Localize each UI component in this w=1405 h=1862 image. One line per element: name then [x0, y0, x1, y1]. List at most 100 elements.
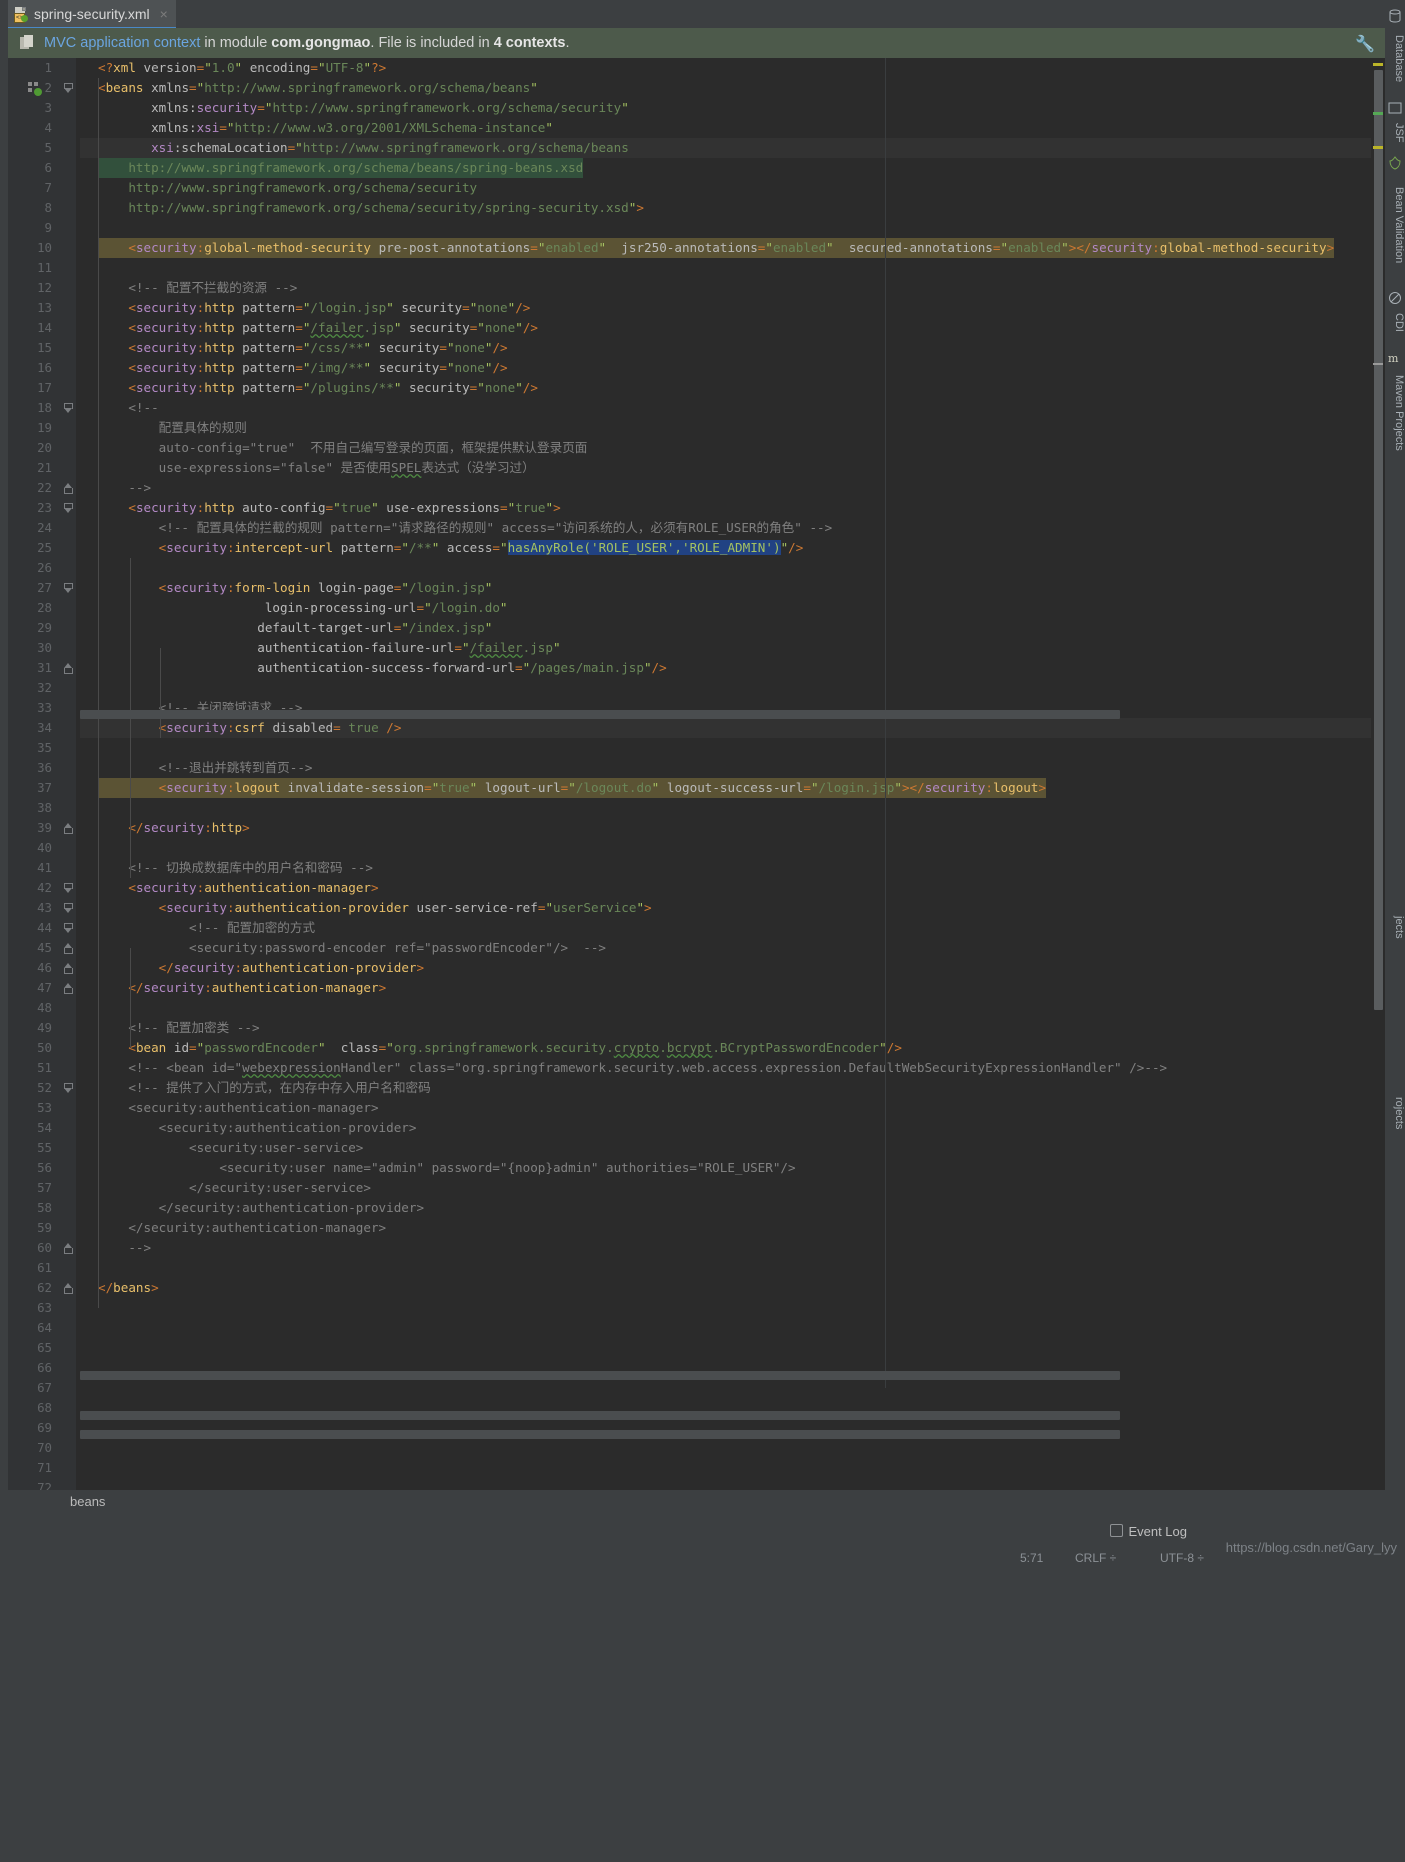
info-marker[interactable] — [1373, 363, 1383, 365]
maven-icon[interactable]: m — [1388, 350, 1402, 365]
code-line[interactable]: 23 <security:http auto-config="true" use… — [8, 498, 1385, 518]
horizontal-scrollbar[interactable] — [80, 710, 1120, 719]
fold-end-icon[interactable] — [64, 1283, 74, 1294]
code-line[interactable]: 11 — [8, 258, 1385, 278]
code-line[interactable]: 51 <!-- <bean id="webexpressionHandler" … — [8, 1058, 1385, 1078]
code-line[interactable]: 34 <security:csrf disabled= true /> — [8, 718, 1385, 738]
info-marker[interactable] — [1373, 146, 1383, 149]
code-line[interactable]: 16 <security:http pattern="/img/**" secu… — [8, 358, 1385, 378]
fold-end-icon[interactable] — [64, 963, 74, 974]
database-icon[interactable] — [1388, 8, 1402, 23]
code-line[interactable]: 29 default-target-url="/index.jsp" — [8, 618, 1385, 638]
code-line[interactable]: 32 — [8, 678, 1385, 698]
banner-contexts[interactable]: 4 contexts — [494, 35, 566, 51]
code-line[interactable]: 58 </security:authentication-provider> — [8, 1198, 1385, 1218]
code-line[interactable]: 42 <security:authentication-manager> — [8, 878, 1385, 898]
code-line[interactable]: 7 http://www.springframework.org/schema/… — [8, 178, 1385, 198]
code-line[interactable]: 22 --> — [8, 478, 1385, 498]
code-line[interactable]: 17 <security:http pattern="/plugins/**" … — [8, 378, 1385, 398]
event-log-button[interactable]: Event Log — [1110, 1524, 1187, 1539]
code-line[interactable]: 8 http://www.springframework.org/schema/… — [8, 198, 1385, 218]
code-line[interactable]: 12 <!-- 配置不拦截的资源 --> — [8, 278, 1385, 298]
fold-collapse-icon[interactable] — [64, 403, 74, 414]
code-line[interactable]: 45 <security:password-encoder ref="passw… — [8, 938, 1385, 958]
fold-end-icon[interactable] — [64, 663, 74, 674]
code-line[interactable]: 52 <!-- 提供了入门的方式，在内存中存入用户名和密码 — [8, 1078, 1385, 1098]
code-line[interactable]: 20 auto-config="true" 不用自己编写登录的页面，框架提供默认… — [8, 438, 1385, 458]
tool-button-projects-upper[interactable]: jects — [1385, 905, 1405, 949]
mvc-context-link[interactable]: MVC application context — [44, 35, 200, 51]
code-line[interactable]: 26 — [8, 558, 1385, 578]
code-line[interactable]: 62 </beans> — [8, 1278, 1385, 1298]
code-line[interactable]: 55 <security:user-service> — [8, 1138, 1385, 1158]
code-line[interactable]: 59 </security:authentication-manager> — [8, 1218, 1385, 1238]
fold-end-icon[interactable] — [64, 1243, 74, 1254]
tool-button-database[interactable]: Database — [1385, 26, 1405, 92]
code-line[interactable]: 10 <security:global-method-security pre-… — [8, 238, 1385, 258]
code-line[interactable]: 35 — [8, 738, 1385, 758]
code-line[interactable]: 2 <beans xmlns="http://www.springframewor… — [8, 78, 1385, 98]
fold-end-icon[interactable] — [64, 823, 74, 834]
code-line[interactable]: 18 <!-- — [8, 398, 1385, 418]
code-line[interactable]: 40 — [8, 838, 1385, 858]
tool-button-cdi[interactable]: CDI — [1385, 308, 1405, 336]
code-line[interactable]: 60 --> — [8, 1238, 1385, 1258]
code-line[interactable]: 63 — [8, 1298, 1385, 1318]
tool-button-bean-validation[interactable]: Bean Validation — [1385, 173, 1405, 277]
right-tool-strip[interactable]: Database JSF Bean Validation CDI m Maven… — [1385, 0, 1405, 1540]
warning-marker[interactable] — [1373, 63, 1383, 66]
code-line[interactable]: 21 use-expressions="false" 是否使用SPEL表达式（没… — [8, 458, 1385, 478]
code-line[interactable]: 44 <!-- 配置加密的方式 — [8, 918, 1385, 938]
code-line[interactable]: 41 <!-- 切换成数据库中的用户名和密码 --> — [8, 858, 1385, 878]
code-line[interactable]: 56 <security:user name="admin" password=… — [8, 1158, 1385, 1178]
code-line[interactable]: 30 authentication-failure-url="/failer.j… — [8, 638, 1385, 658]
code-line[interactable]: 67 — [8, 1378, 1385, 1398]
code-line[interactable]: 13 <security:http pattern="/login.jsp" s… — [8, 298, 1385, 318]
code-editor[interactable]: 1 <?xml version="1.0" encoding="UTF-8"?> 2… — [8, 58, 1385, 1490]
code-line[interactable]: 24 <!-- 配置具体的拦截的规则 pattern="请求路径的规则" acc… — [8, 518, 1385, 538]
cdi-icon[interactable] — [1388, 290, 1402, 304]
fold-collapse-icon[interactable] — [64, 903, 74, 914]
code-line[interactable]: 31 authentication-success-forward-url="/… — [8, 658, 1385, 678]
code-line[interactable]: 27 <security:form-login login-page="/log… — [8, 578, 1385, 598]
fold-end-icon[interactable] — [64, 483, 74, 494]
file-encoding[interactable]: UTF-8 ÷ — [1160, 1551, 1204, 1565]
code-line[interactable]: 61 — [8, 1258, 1385, 1278]
fold-collapse-icon[interactable] — [64, 883, 74, 894]
code-line[interactable]: 49 <!-- 配置加密类 --> — [8, 1018, 1385, 1038]
code-line[interactable]: 39 </security:http> — [8, 818, 1385, 838]
fold-collapse-icon[interactable] — [64, 503, 74, 514]
spring-bean-gutter-icon[interactable] — [28, 82, 42, 96]
code-line[interactable]: 25 <security:intercept-url pattern="/**"… — [8, 538, 1385, 558]
code-line[interactable]: 48 — [8, 998, 1385, 1018]
code-line[interactable]: 54 <security:authentication-provider> — [8, 1118, 1385, 1138]
fold-end-icon[interactable] — [64, 983, 74, 994]
close-icon[interactable]: × — [160, 6, 168, 22]
info-marker[interactable] — [1373, 112, 1383, 115]
tool-button-projects-lower[interactable]: rojects — [1385, 1085, 1405, 1141]
line-separator[interactable]: CRLF ÷ — [1075, 1551, 1116, 1565]
code-line[interactable]: 47 </security:authentication-manager> — [8, 978, 1385, 998]
code-line[interactable]: 14 <security:http pattern="/failer.jsp" … — [8, 318, 1385, 338]
code-line[interactable]: 5 xsi:schemaLocation="http://www.springf… — [8, 138, 1385, 158]
fold-collapse-icon[interactable] — [64, 1083, 74, 1094]
code-line[interactable]: 53 <security:authentication-manager> — [8, 1098, 1385, 1118]
code-line[interactable]: 70 — [8, 1438, 1385, 1458]
fold-collapse-icon[interactable] — [64, 583, 74, 594]
code-line[interactable]: 50 <bean id="passwordEncoder" class="org… — [8, 1038, 1385, 1058]
scrollbar-thumb[interactable] — [1374, 70, 1383, 1010]
code-line[interactable]: 9 — [8, 218, 1385, 238]
code-line[interactable]: 6 http://www.springframework.org/schema/… — [8, 158, 1385, 178]
code-line[interactable]: 38 — [8, 798, 1385, 818]
code-line[interactable]: 36 <!--退出并跳转到首页--> — [8, 758, 1385, 778]
code-line[interactable]: 43 <security:authentication-provider use… — [8, 898, 1385, 918]
code-line[interactable]: 19 配置具体的规则 — [8, 418, 1385, 438]
bean-validation-icon[interactable] — [1388, 155, 1402, 170]
code-line[interactable]: 71 — [8, 1458, 1385, 1478]
tab-spring-security-xml[interactable]: <> spring-security.xml × — [8, 0, 176, 29]
wrench-icon[interactable]: 🔧 — [1355, 34, 1375, 53]
code-line[interactable]: 64 — [8, 1318, 1385, 1338]
tool-button-maven-projects[interactable]: Maven Projects — [1385, 368, 1405, 458]
code-line[interactable]: 3 xmlns:security="http://www.springframe… — [8, 98, 1385, 118]
code-line[interactable]: 1 <?xml version="1.0" encoding="UTF-8"?> — [8, 58, 1385, 78]
